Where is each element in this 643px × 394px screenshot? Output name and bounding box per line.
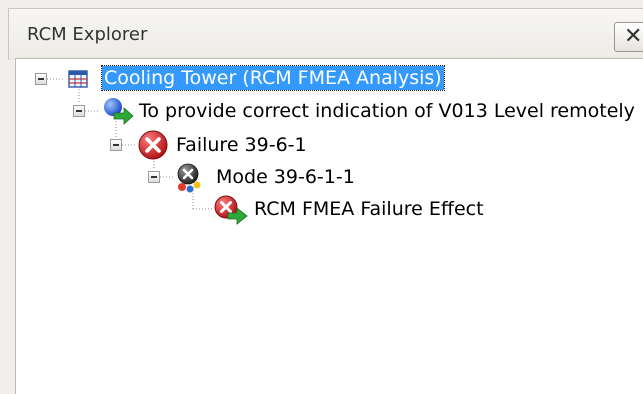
- failure-icon: [138, 130, 168, 160]
- panel-title: RCM Explorer: [27, 24, 148, 45]
- tree-node-mode[interactable]: Mode 39-6-1-1: [216, 165, 355, 189]
- failure-expander[interactable]: [110, 139, 122, 151]
- title-bar: RCM Explorer ✕: [8, 8, 643, 60]
- tree-node-function[interactable]: To provide correct indication of V013 Le…: [139, 99, 635, 123]
- rcm-explorer-panel: RCM Explorer ✕ Cooling Tower (RCM FMEA A…: [0, 0, 643, 394]
- failure-effect-icon: [214, 195, 248, 225]
- tree-view[interactable]: Cooling Tower (RCM FMEA Analysis) To pro…: [15, 58, 643, 394]
- function-icon: [104, 98, 134, 125]
- mode-expander[interactable]: [148, 171, 160, 183]
- analysis-table-icon: [68, 70, 88, 88]
- failure-mode-icon: [177, 163, 201, 193]
- tree-node-failure[interactable]: Failure 39-6-1: [176, 133, 307, 157]
- tree-node-root[interactable]: Cooling Tower (RCM FMEA Analysis): [101, 65, 445, 91]
- close-icon: ✕: [624, 24, 643, 49]
- function-expander[interactable]: [73, 105, 85, 117]
- close-button[interactable]: ✕: [614, 22, 643, 52]
- root-expander[interactable]: [35, 73, 47, 85]
- tree-node-effect[interactable]: RCM FMEA Failure Effect: [254, 197, 484, 221]
